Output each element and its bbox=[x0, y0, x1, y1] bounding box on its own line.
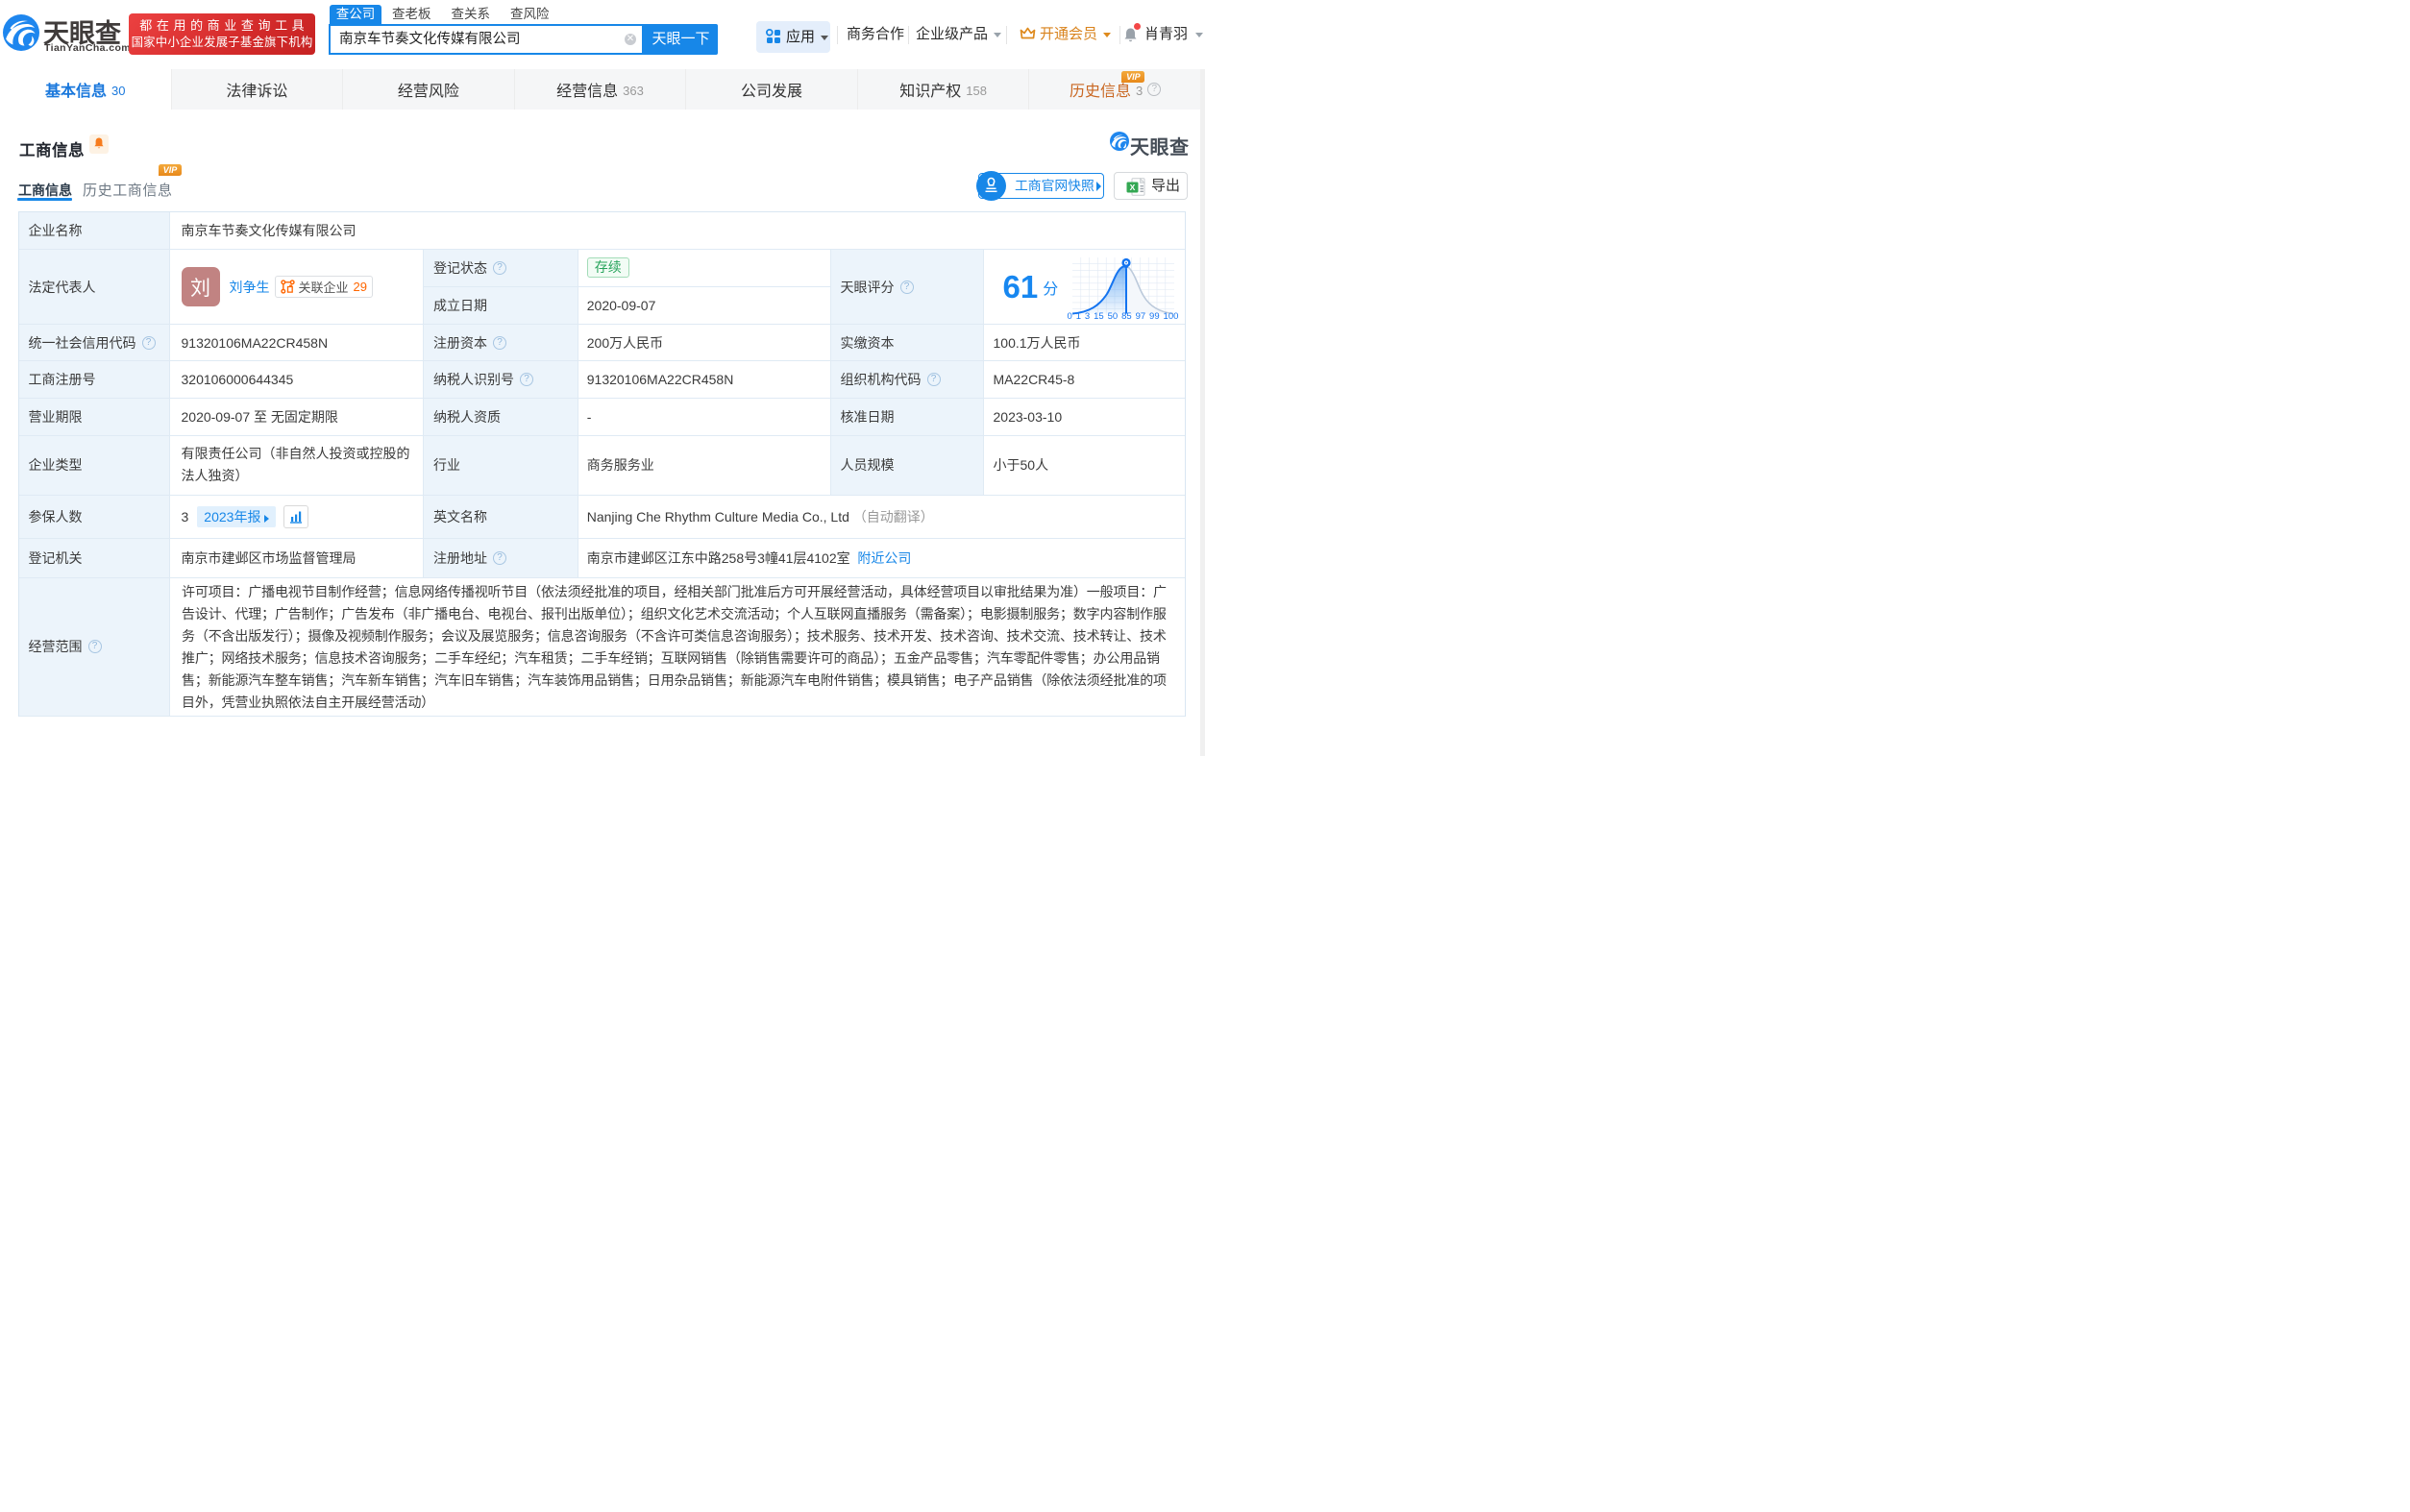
svg-text:X: X bbox=[1130, 182, 1136, 191]
